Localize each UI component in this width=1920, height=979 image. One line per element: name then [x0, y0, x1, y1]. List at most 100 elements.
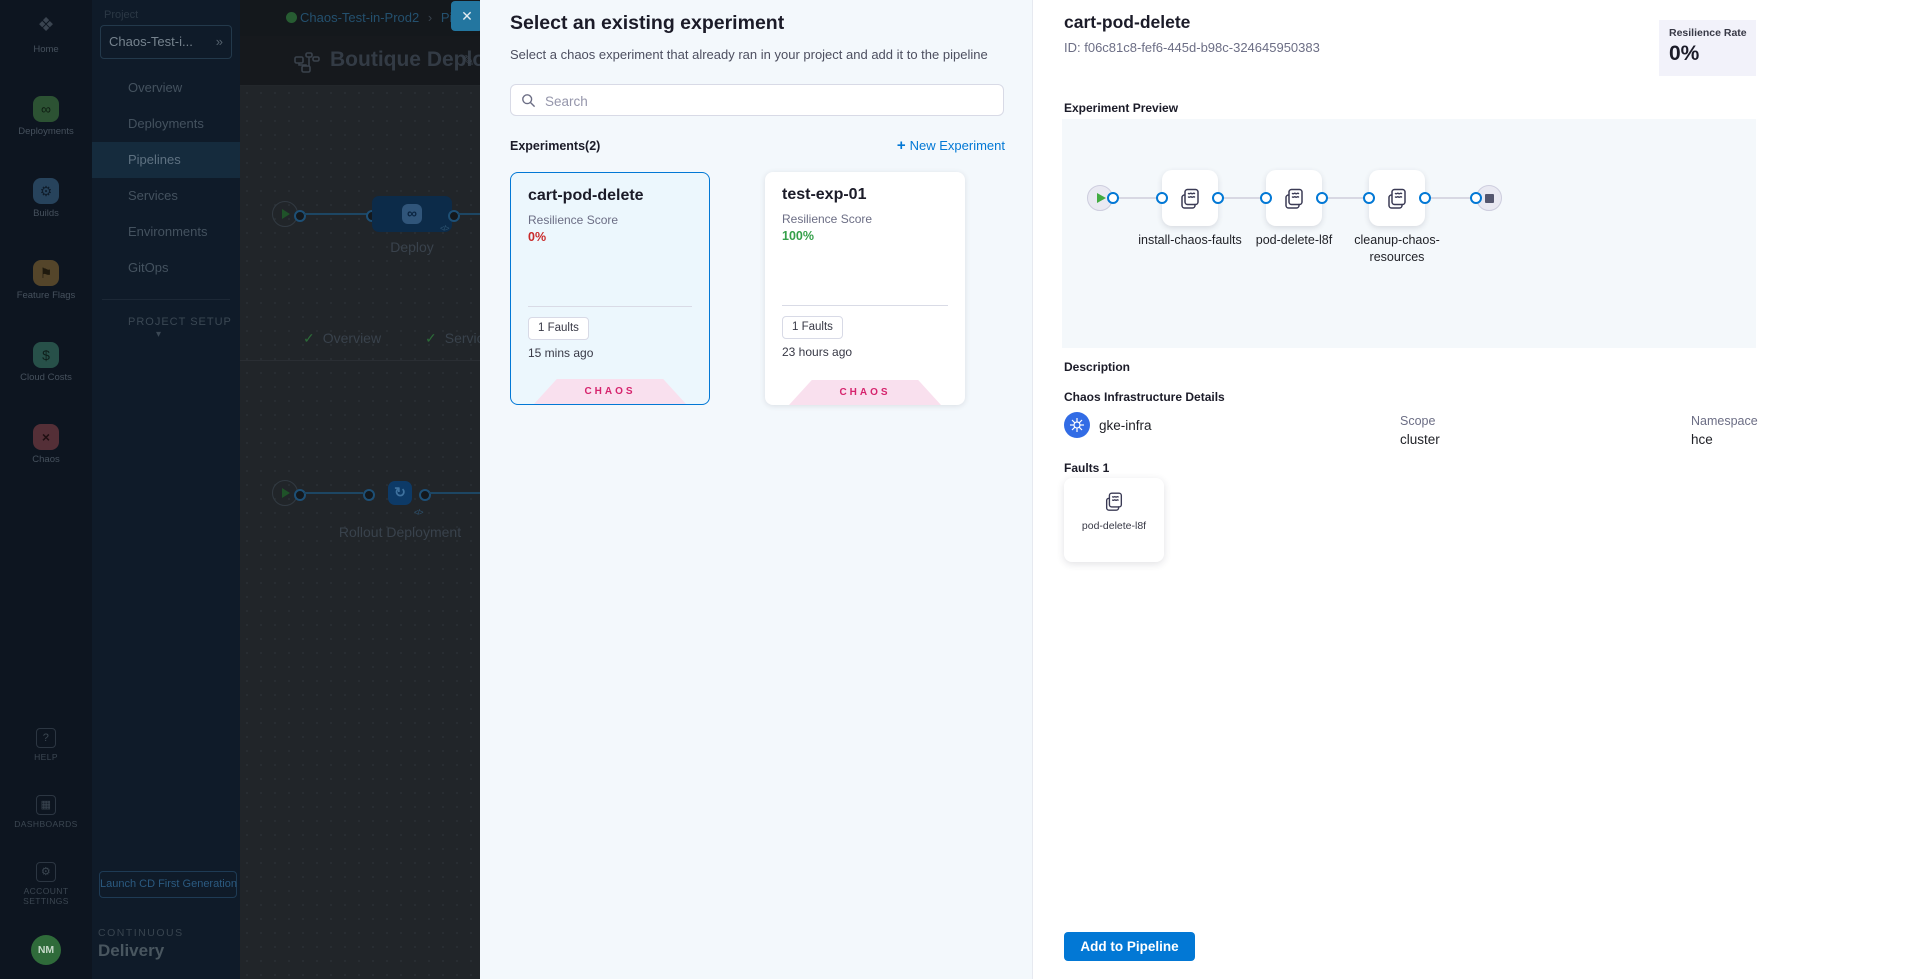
cloud-costs-icon: $ — [33, 342, 59, 368]
step-label: install-chaos-faults — [1135, 232, 1245, 249]
sidebar-item-home[interactable]: ❖ Home — [0, 14, 92, 55]
stop-icon — [1485, 194, 1494, 203]
experiments-heading: Experiments(2) — [510, 139, 600, 153]
faults-badge: 1 Faults — [782, 316, 843, 339]
chaos-brand-ribbon: CHAOS — [534, 379, 686, 404]
cd-infinity-icon: ∞ — [402, 204, 422, 224]
experiment-card-test-exp-01[interactable]: test-exp-01 Resilience Score 100% 1 Faul… — [765, 172, 965, 405]
tab-overview[interactable]: ✓Overview — [303, 330, 381, 347]
search-input[interactable] — [543, 86, 997, 116]
gear-icon: ⚙ — [36, 862, 56, 882]
resilience-rate-label: Resilience Rate — [1669, 27, 1756, 39]
experiment-name: cart-pod-delete — [528, 187, 644, 205]
nav-item-deployments[interactable]: Deployments — [92, 106, 240, 142]
new-experiment-label: New Experiment — [910, 138, 1005, 153]
search-box[interactable] — [510, 84, 1004, 116]
experiment-id: ID: f06c81c8-fef6-445d-b98c-324645950383 — [1064, 40, 1320, 55]
breadcrumb-sep-icon: › — [428, 10, 432, 25]
scope-label: Scope — [1400, 414, 1435, 428]
nav-item-pipelines[interactable]: Pipelines — [92, 142, 240, 178]
infra-name: gke-infra — [1099, 418, 1152, 433]
chaos-fault-icon — [1103, 490, 1125, 512]
nav-item-environments[interactable]: Environments — [92, 214, 240, 250]
sidebar-item-label: ACCOUNT SETTINGS — [6, 886, 86, 906]
sidebar-item-deployments[interactable]: ∞ Deployments — [0, 96, 92, 137]
node-port — [1419, 192, 1431, 204]
code-icon[interactable]: </> — [414, 508, 423, 517]
module-sidebar: ❖ Home ∞ Deployments ⚙ Builds ⚑ Feature … — [0, 0, 92, 979]
play-icon — [282, 488, 290, 498]
nav-item-gitops[interactable]: GitOps — [92, 250, 240, 286]
dashboards-icon: ▦ — [36, 795, 56, 815]
step-label: pod-delete-l8f — [1239, 232, 1349, 249]
sidebar-item-dashboards[interactable]: ▦ DASHBOARDS — [0, 795, 92, 829]
edit-icon[interactable]: ✎ — [462, 52, 475, 70]
step-node-install-chaos-faults[interactable] — [1162, 170, 1218, 226]
divider — [782, 305, 948, 306]
experiment-card-cart-pod-delete[interactable]: cart-pod-delete Resilience Score 0% 1 Fa… — [510, 172, 710, 405]
sidebar-item-label: DASHBOARDS — [0, 819, 92, 829]
launch-cd-first-gen-button[interactable]: Launch CD First Generation — [99, 871, 237, 898]
sidebar-item-help[interactable]: ? HELP — [0, 728, 92, 762]
sidebar-item-builds[interactable]: ⚙ Builds — [0, 178, 92, 219]
sidebar-item-label: Feature Flags — [0, 290, 92, 301]
rollout-step-icon[interactable]: ↻ — [388, 481, 412, 505]
help-icon: ? — [36, 728, 56, 748]
node-port — [294, 489, 306, 501]
step-node-cleanup[interactable] — [1369, 170, 1425, 226]
project-setup-toggle[interactable]: PROJECT SETUP ▾ — [128, 316, 240, 340]
sidebar-item-feature-flags[interactable]: ⚑ Feature Flags — [0, 260, 92, 301]
node-port — [1363, 192, 1375, 204]
search-icon — [521, 93, 536, 108]
node-port — [294, 210, 306, 222]
breadcrumb-project[interactable]: Chaos-Test-in-Prod2 — [300, 10, 419, 25]
project-section-label: Project — [104, 9, 138, 21]
code-icon[interactable]: </> — [440, 224, 449, 233]
connector-line — [304, 492, 363, 494]
pipeline-icon — [294, 52, 320, 74]
avatar[interactable]: NM — [31, 935, 61, 965]
nav-item-overview[interactable]: Overview — [92, 70, 240, 106]
nav-item-services[interactable]: Services — [92, 178, 240, 214]
connector-line — [304, 213, 368, 215]
project-sidebar: Project Chaos-Test-i... » Overview Deplo… — [92, 0, 240, 979]
chaos-brand-ribbon: CHAOS — [789, 380, 941, 405]
add-to-pipeline-button[interactable]: Add to Pipeline — [1064, 932, 1195, 961]
new-experiment-button[interactable]: + New Experiment — [845, 137, 1005, 154]
node-port — [1107, 192, 1119, 204]
step-label: Rollout Deployment — [338, 523, 462, 542]
stage-label: Deploy — [372, 238, 452, 257]
step-label: cleanup-chaos-resources — [1342, 232, 1452, 266]
close-button[interactable]: ✕ — [451, 1, 483, 31]
preview-heading: Experiment Preview — [1064, 101, 1178, 115]
sidebar-item-cloud-costs[interactable]: $ Cloud Costs — [0, 342, 92, 383]
resilience-score-label: Resilience Score — [782, 212, 872, 226]
project-selector[interactable]: Chaos-Test-i... » — [100, 25, 232, 59]
step-node-pod-delete[interactable] — [1266, 170, 1322, 226]
fault-card[interactable]: pod-delete-l8f — [1064, 478, 1164, 562]
modal-subtitle: Select a chaos experiment that already r… — [510, 47, 988, 62]
play-icon — [282, 209, 290, 219]
project-dot-icon — [286, 12, 297, 23]
divider — [528, 306, 692, 307]
sidebar-item-account-settings[interactable]: ⚙ ACCOUNT SETTINGS — [6, 862, 86, 906]
sidebar-item-chaos[interactable]: × Chaos — [0, 424, 92, 465]
module-name: Delivery — [98, 941, 164, 961]
chaos-step-icon — [1178, 186, 1202, 210]
chaos-step-icon — [1282, 186, 1306, 210]
namespace-value: hce — [1691, 432, 1713, 447]
description-heading: Description — [1064, 360, 1130, 374]
sidebar-item-label: Deployments — [0, 126, 92, 137]
project-setup-label: PROJECT SETUP — [128, 316, 232, 328]
project-selector-value: Chaos-Test-i... — [109, 34, 193, 49]
play-icon — [1097, 193, 1106, 203]
close-icon: ✕ — [461, 8, 473, 24]
home-icon: ❖ — [33, 14, 59, 40]
divider — [102, 299, 230, 300]
sidebar-item-label: Home — [0, 44, 92, 55]
namespace-label: Namespace — [1691, 414, 1758, 428]
builds-icon: ⚙ — [33, 178, 59, 204]
feature-flags-icon: ⚑ — [33, 260, 59, 286]
plus-icon: + — [897, 137, 906, 154]
chevron-down-icon: ▾ — [156, 329, 162, 340]
